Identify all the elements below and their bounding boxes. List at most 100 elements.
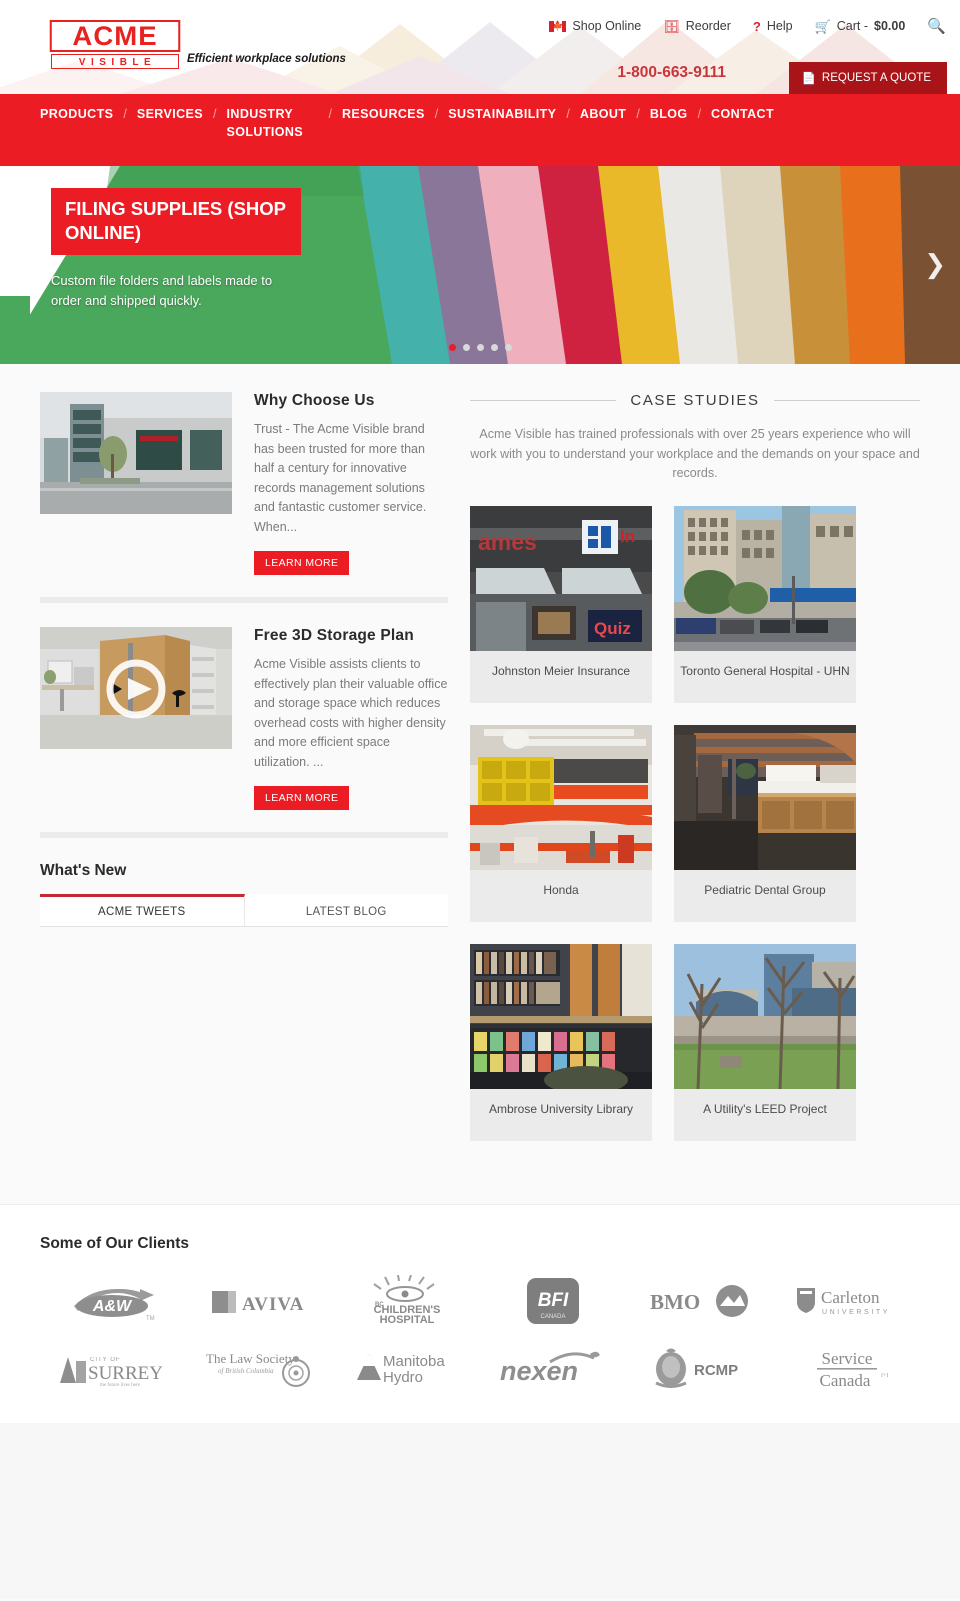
svg-text:BMO: BMO	[650, 1290, 700, 1314]
feature-text: Acme Visible assists clients to effectiv…	[254, 657, 448, 769]
logo-acme-text: ACME	[49, 20, 181, 52]
main-content: Why Choose Us Trust - The Acme Visible b…	[0, 364, 960, 1204]
request-a-quote-button[interactable]: 📄 REQUEST A QUOTE	[788, 62, 947, 94]
whats-new-title: What's New	[40, 862, 127, 879]
case-study-label: Ambrose University Library	[488, 1101, 634, 1116]
right-column: CASE STUDIES Acme Visible has trained pr…	[470, 392, 921, 1141]
nav-item-sustainability[interactable]: SUSTAINABILITY	[448, 105, 556, 123]
carousel-next-arrow[interactable]: ❯	[924, 250, 946, 280]
carousel-dot-4[interactable]	[490, 344, 498, 351]
client-logo-carleton: Carleton UNIVERSITY	[793, 1279, 901, 1323]
hospital-building-photo[interactable]	[674, 505, 856, 651]
left-column: Why Choose Us Trust - The Acme Visible b…	[40, 392, 448, 1141]
case-study-card[interactable]: ames In Quiz Johnston Meier Insurance	[470, 505, 652, 703]
svg-text:HOSPITAL: HOSPITAL	[379, 1314, 434, 1326]
site-logo[interactable]: ACME VISIBLE Efficient workplace solutio…	[49, 20, 346, 69]
3d-storage-render[interactable]	[40, 627, 232, 749]
nav-item-industry-solutions[interactable]: INDUSTRY SOLUTIONS	[227, 105, 319, 141]
nav-separator: /	[434, 107, 439, 121]
leed-building-photo[interactable]	[674, 943, 856, 1089]
learn-more-button[interactable]: LEARN MORE	[254, 786, 350, 810]
dental-office-photo[interactable]	[674, 724, 856, 870]
carousel-dot-2[interactable]	[462, 344, 470, 351]
case-study-label: Toronto General Hospital - UHN	[680, 663, 850, 678]
svg-text:AVIVA: AVIVA	[242, 1294, 304, 1315]
rule-left	[470, 400, 617, 401]
tab-acme-tweets[interactable]: ACME TWEETS	[40, 894, 245, 926]
case-study-card[interactable]: Pediatric Dental Group	[674, 724, 856, 922]
nav-separator: /	[123, 107, 127, 121]
svg-text:I+I: I+I	[881, 1373, 888, 1379]
nav-item-about[interactable]: ABOUT	[580, 105, 626, 123]
svg-text:Hydro: Hydro	[383, 1369, 423, 1386]
svg-text:Carleton: Carleton	[821, 1288, 880, 1307]
carousel-dot-3[interactable]	[476, 344, 484, 351]
svg-text:the future lives here: the future lives here	[100, 1383, 141, 1387]
office-building-photo[interactable]	[40, 392, 232, 514]
case-studies-intro: Acme Visible has trained professionals w…	[470, 427, 920, 480]
canada-flag-icon: 🍁	[549, 20, 567, 32]
site-header: ACME VISIBLE Efficient workplace solutio…	[0, 0, 960, 94]
clients-section: Some of Our Clients A&W TM AVIVA BC CHILDREN…	[0, 1204, 960, 1423]
cart-label: Cart -	[836, 19, 869, 33]
phone-number[interactable]: 1-800-663-9111	[617, 64, 726, 82]
logo-mark: ACME VISIBLE	[49, 20, 181, 69]
nav-separator: /	[328, 107, 332, 121]
carousel-dot-1[interactable]	[448, 344, 456, 351]
case-study-card[interactable]: Ambrose University Library	[470, 943, 652, 1141]
case-study-label: A Utility's LEED Project	[703, 1101, 827, 1116]
shop-online-link[interactable]: 🍁 Shop Online	[549, 19, 641, 33]
warehouse-interior-photo[interactable]	[470, 724, 652, 870]
help-link[interactable]: ? Help	[753, 19, 793, 33]
nav-item-services[interactable]: SERVICES	[137, 105, 203, 123]
carousel-dot-5[interactable]	[504, 344, 512, 351]
carousel-prev-arrow[interactable]: ❮	[14, 250, 36, 280]
case-study-label: Johnston Meier Insurance	[491, 663, 631, 678]
case-study-card[interactable]: Honda	[470, 724, 652, 922]
cart-amount: $0.00	[874, 19, 906, 33]
svg-text:Service: Service	[821, 1349, 872, 1368]
nav-item-products[interactable]: PRODUCTS	[40, 105, 113, 123]
svg-text:of British Columbia: of British Columbia	[218, 1367, 274, 1375]
reorder-link[interactable]: 🗄 Reorder	[663, 19, 731, 33]
clients-title: Some of Our Clients	[40, 1235, 189, 1252]
search-icon[interactable]: 🔍	[927, 17, 946, 35]
case-studies-header: CASE STUDIES	[470, 392, 921, 409]
client-logo-bmo: BMO	[648, 1279, 752, 1323]
tab-latest-blog[interactable]: LATEST BLOG	[244, 894, 448, 926]
svg-text:Canada: Canada	[819, 1371, 870, 1389]
library-shelves-photo[interactable]	[470, 943, 652, 1089]
request-a-quote-label: REQUEST A QUOTE	[821, 72, 931, 84]
hero-carousel: FILING SUPPLIES (SHOP ONLINE) Custom fil…	[0, 166, 960, 364]
feature-title: Why Choose Us	[254, 392, 375, 409]
client-logo-bfi: BFI CANADA	[525, 1278, 581, 1324]
storefront-photo[interactable]: ames In Quiz	[470, 505, 652, 651]
main-navigation: PRODUCTS / SERVICES / INDUSTRY SOLUTIONS / RES…	[0, 94, 960, 166]
feature-title: Free 3D Storage Plan	[254, 627, 414, 644]
nav-separator: /	[213, 107, 217, 121]
svg-text:Quiz: Quiz	[594, 619, 631, 638]
client-logo-rcmp: RCMP	[648, 1345, 752, 1389]
nav-item-resources[interactable]: RESOURCES	[342, 105, 425, 123]
learn-more-button[interactable]: LEARN MORE	[254, 551, 350, 575]
svg-text:TM: TM	[146, 1316, 155, 1322]
nav-separator: /	[636, 107, 640, 121]
clients-logo-grid: A&W TM AVIVA BC CHILDREN'S HOSPITAL BFI CANADA B…	[40, 1275, 920, 1389]
footer-area	[0, 1423, 960, 1599]
nav-item-blog[interactable]: BLOG	[650, 105, 688, 123]
shopping-cart-icon: 🛒	[814, 18, 831, 34]
help-label: Help	[766, 19, 793, 33]
case-study-card[interactable]: A Utility's LEED Project	[674, 943, 856, 1141]
nav-separator: /	[566, 107, 570, 121]
logo-visible-text: VISIBLE	[51, 54, 179, 69]
nav-item-contact[interactable]: CONTACT	[711, 105, 774, 123]
case-study-card[interactable]: Toronto General Hospital - UHN	[674, 505, 856, 703]
reorder-label: Reorder	[685, 19, 731, 33]
shop-online-label: Shop Online	[572, 19, 642, 33]
cart-link[interactable]: 🛒 Cart - $0.00	[815, 19, 906, 33]
document-icon: 📄	[801, 73, 816, 85]
client-logo-the-law-society: The Law Society of British Columbia	[204, 1345, 316, 1389]
section-divider	[40, 597, 448, 603]
case-study-label: Honda	[543, 882, 579, 897]
feature-text: Trust - The Acme Visible brand has been …	[254, 422, 427, 534]
